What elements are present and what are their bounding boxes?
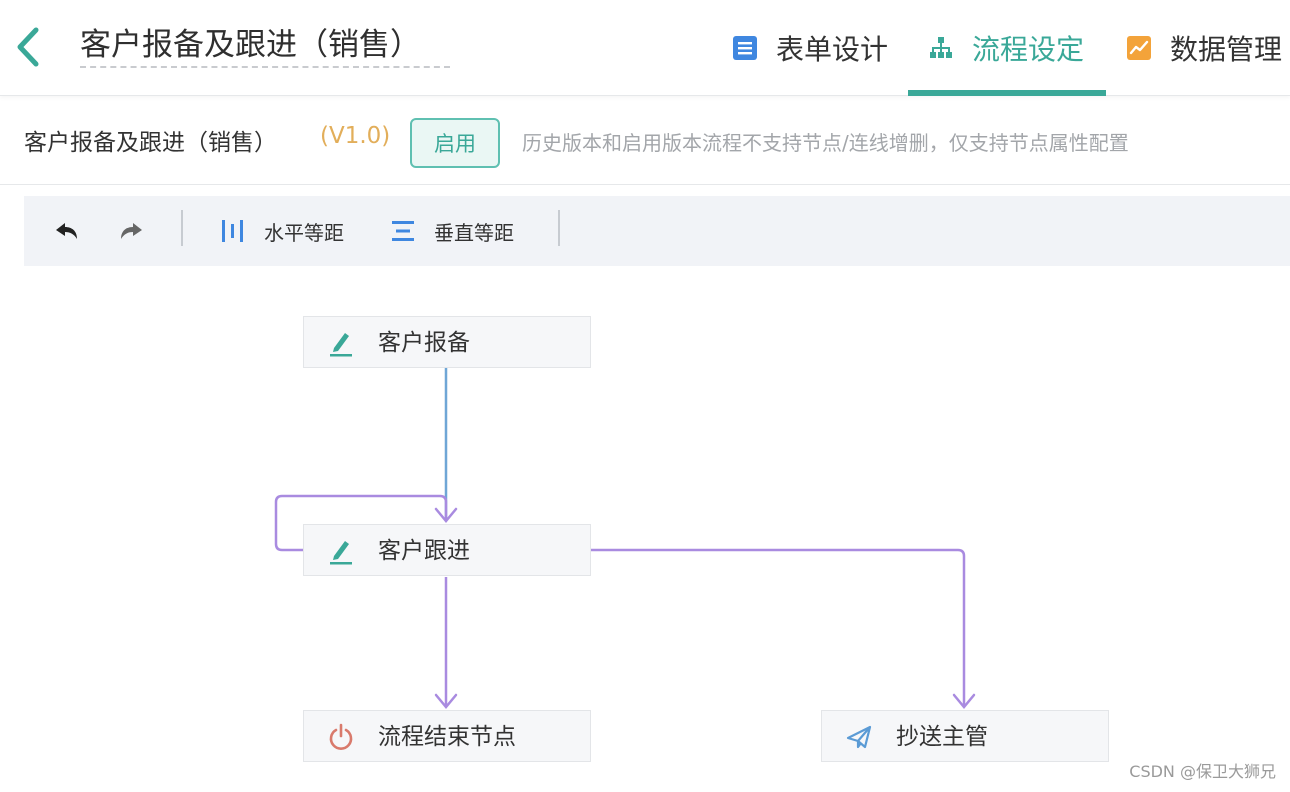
- flow-name: 客户报备及跟进（销售）: [24, 130, 277, 156]
- chart-icon: [1127, 36, 1151, 60]
- tab-flow-setting-label: 流程设定: [972, 33, 1085, 66]
- flow-node-label: 客户跟进: [378, 538, 470, 564]
- horizontal-distribute-button[interactable]: 水平等距: [220, 196, 344, 266]
- edit-icon: [330, 333, 352, 357]
- flow-node-label: 流程结束节点: [378, 724, 516, 750]
- enable-button[interactable]: 启用: [410, 118, 500, 168]
- vertical-distribute-button[interactable]: 垂直等距: [390, 196, 514, 266]
- toolbar-divider: [558, 210, 560, 246]
- horizontal-distribute-icon: [222, 220, 243, 242]
- edge-arrow: [952, 693, 976, 709]
- edit-icon: [330, 541, 352, 565]
- flow-tree-icon: [930, 37, 952, 58]
- redo-button[interactable]: [118, 196, 144, 266]
- flow-node-label: 抄送主管: [896, 724, 988, 750]
- version-bar: 客户报备及跟进（销售） (V1.0) 启用 历史版本和启用版本流程不支持节点/连…: [0, 97, 1290, 185]
- chevron-left-icon: [17, 27, 39, 67]
- vertical-distribute-icon: [392, 221, 414, 241]
- undo-button[interactable]: [54, 196, 80, 266]
- flow-node-cc-manager[interactable]: 抄送主管: [821, 710, 1109, 762]
- tab-data-management[interactable]: 数据管理: [1126, 0, 1282, 96]
- watermark: CSDN @保卫大狮兄: [1129, 762, 1276, 781]
- redo-icon: [121, 223, 142, 239]
- flow-version: (V1.0): [320, 123, 391, 149]
- horizontal-distribute-label: 水平等距: [264, 220, 344, 245]
- top-header: 客户报备及跟进（销售） 表单设计 流程设定 数据管理: [0, 0, 1290, 96]
- tab-data-management-label: 数据管理: [1170, 33, 1283, 66]
- flow-node-end[interactable]: 流程结束节点: [303, 710, 591, 762]
- active-tab-indicator: [908, 90, 1106, 96]
- page-title[interactable]: 客户报备及跟进（销售）: [80, 22, 450, 68]
- undo-icon: [56, 223, 77, 239]
- back-button[interactable]: [10, 24, 46, 70]
- flow-node-label: 客户报备: [378, 330, 470, 356]
- edge-arrow: [434, 693, 458, 709]
- flow-note: 历史版本和启用版本流程不支持节点/连线增删，仅支持节点属性配置: [522, 131, 1129, 155]
- send-icon: [846, 725, 872, 749]
- tab-form-design-label: 表单设计: [776, 33, 889, 66]
- flow-node-follow-up[interactable]: 客户跟进: [303, 524, 591, 576]
- tab-form-design[interactable]: 表单设计: [732, 0, 888, 96]
- form-icon: [733, 36, 757, 60]
- tab-flow-setting[interactable]: 流程设定: [928, 0, 1084, 96]
- vertical-distribute-label: 垂直等距: [434, 220, 514, 245]
- power-icon: [329, 723, 353, 750]
- toolbar-divider: [181, 210, 183, 246]
- edge-arrow: [434, 507, 458, 523]
- edge-follow-to-cc: [590, 548, 966, 707]
- canvas-toolbar: 水平等距 垂直等距: [24, 196, 1290, 266]
- flow-node-report[interactable]: 客户报备: [303, 316, 591, 368]
